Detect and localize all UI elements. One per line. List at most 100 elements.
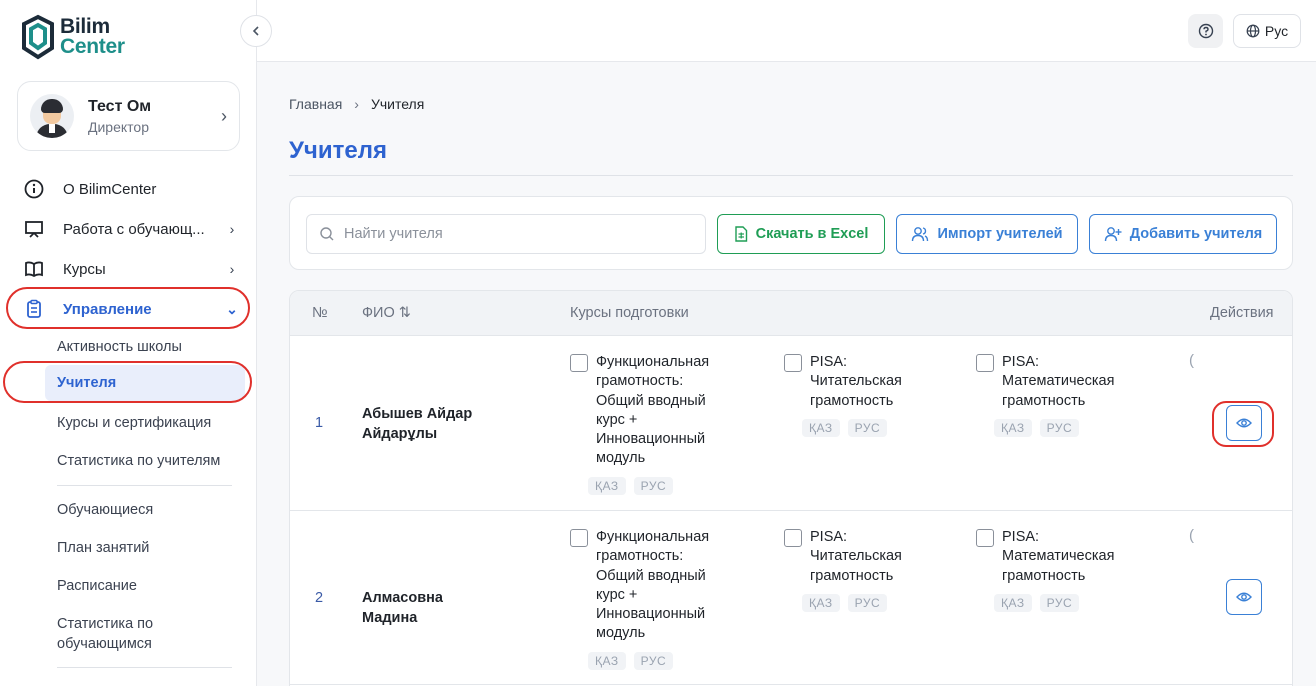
- language-tags: ҚАЗ РУС: [994, 593, 1127, 612]
- overflow-indicator: (: [1189, 352, 1194, 369]
- course-checkbox[interactable]: [976, 354, 994, 372]
- language-tags: ҚАЗ РУС: [994, 418, 1127, 437]
- monitor-icon: [23, 218, 45, 240]
- subnav-item-student-stats[interactable]: Статистика по обучающимся: [57, 614, 192, 654]
- course-item: PISA: Читательская грамотность ҚАЗ РУС: [784, 528, 920, 612]
- search-icon: [320, 227, 334, 241]
- language-tag: РУС: [1039, 418, 1080, 437]
- course-item: Функциональная грамотность: Общий вводны…: [570, 353, 726, 495]
- chevron-right-icon: ›: [221, 105, 227, 126]
- language-select[interactable]: Рус: [1233, 14, 1301, 48]
- nav-item-courses[interactable]: Курсы ›: [17, 254, 240, 284]
- subnav-item-lesson-plan[interactable]: План занятий: [57, 538, 149, 558]
- table-header: № ФИО ⇅ Курсы подготовки Действия: [290, 291, 1292, 336]
- logo[interactable]: Bilim Center: [20, 14, 125, 60]
- globe-icon: [1246, 24, 1260, 38]
- download-excel-button[interactable]: Скачать в Excel: [717, 214, 885, 254]
- subnav-item-teacher-stats[interactable]: Статистика по учителям: [57, 451, 220, 471]
- view-button[interactable]: [1226, 405, 1262, 441]
- course-title: Функциональная грамотность: Общий вводны…: [596, 529, 710, 642]
- row-number: 1: [315, 415, 324, 431]
- help-button[interactable]: [1188, 14, 1223, 48]
- subnav-item-teachers[interactable]: Учителя: [45, 365, 245, 401]
- header-fio[interactable]: ФИО ⇅: [362, 305, 411, 321]
- user-name: Тест Ом: [88, 97, 152, 115]
- breadcrumb-current: Учителя: [370, 96, 425, 112]
- topbar: Рус: [257, 0, 1316, 62]
- course-checkbox[interactable]: [784, 529, 802, 547]
- course-title: PISA: Читательская грамотность: [810, 529, 902, 584]
- language-tags: ҚАЗ РУС: [588, 651, 726, 670]
- language-tag: РУС: [847, 418, 888, 437]
- language-tag: ҚАЗ: [588, 651, 626, 670]
- language-tags: ҚАЗ РУС: [802, 593, 920, 612]
- breadcrumb-home[interactable]: Главная: [289, 96, 342, 112]
- course-checkbox[interactable]: [784, 354, 802, 372]
- language-tag: ҚАЗ: [802, 418, 840, 437]
- chevron-right-icon: ›: [354, 96, 359, 112]
- course-title: PISA: Математическая грамотность: [1002, 354, 1115, 409]
- language-tag: РУС: [633, 651, 674, 670]
- header-number: №: [312, 305, 328, 321]
- user-role: Директор: [88, 118, 149, 135]
- language-tag: ҚАЗ: [588, 476, 626, 495]
- subnav-item-schedule[interactable]: Расписание: [57, 576, 137, 596]
- subnav-item-activity[interactable]: Активность школы: [57, 337, 182, 357]
- teachers-table: № ФИО ⇅ Курсы подготовки Действия 1 Абыш…: [289, 290, 1293, 686]
- course-checkbox[interactable]: [570, 529, 588, 547]
- course-checkbox[interactable]: [570, 354, 588, 372]
- overflow-indicator: (: [1189, 527, 1194, 544]
- language-tag: РУС: [633, 476, 674, 495]
- row-number: 2: [315, 590, 324, 606]
- language-tag: ҚАЗ: [994, 418, 1032, 437]
- language-tags: ҚАЗ РУС: [588, 476, 726, 495]
- chevron-down-icon: ⌄: [226, 300, 238, 317]
- eye-icon: [1236, 418, 1252, 428]
- divider: [57, 667, 232, 668]
- page-title: Учителя: [289, 137, 387, 164]
- course-title: Функциональная грамотность: Общий вводны…: [596, 354, 710, 467]
- divider: [290, 510, 1292, 511]
- header-actions: Действия: [1210, 305, 1274, 321]
- users-icon: [912, 227, 929, 242]
- add-teacher-button[interactable]: Добавить учителя: [1089, 214, 1277, 254]
- clipboard-icon: [23, 298, 45, 320]
- divider: [57, 485, 232, 486]
- subnav-item-courses-cert[interactable]: Курсы и сертификация: [57, 413, 211, 433]
- divider: [289, 175, 1293, 176]
- language-tag: ҚАЗ: [802, 593, 840, 612]
- search-input[interactable]: [344, 226, 684, 242]
- course-title: PISA: Математическая грамотность: [1002, 529, 1115, 584]
- teacher-name: Абышев Айдар Айдарұлы: [362, 406, 473, 442]
- course-title: PISA: Читательская грамотность: [810, 354, 902, 409]
- course-item: PISA: Математическая грамотность ҚАЗ РУС: [976, 353, 1127, 437]
- chevron-right-icon: ›: [229, 221, 235, 237]
- nav-item-work[interactable]: Работа с обучающ... ›: [17, 214, 240, 244]
- book-icon: [23, 258, 45, 280]
- chevron-left-icon: [252, 26, 259, 36]
- help-icon: [1198, 23, 1213, 39]
- language-tags: ҚАЗ РУС: [802, 418, 920, 437]
- import-teachers-button[interactable]: Импорт учителей: [896, 214, 1078, 254]
- breadcrumb: Главная › Учителя: [289, 96, 424, 112]
- header-courses: Курсы подготовки: [570, 305, 689, 321]
- language-tag: РУС: [847, 593, 888, 612]
- nav-item-management[interactable]: Управление ⌄: [17, 294, 240, 324]
- logo-text: Bilim Center: [60, 15, 125, 58]
- course-checkbox[interactable]: [976, 529, 994, 547]
- sidebar: Bilim Center Тест Ом Директор › О BilimC…: [0, 0, 257, 686]
- course-item: PISA: Читательская грамотность ҚАЗ РУС: [784, 353, 920, 437]
- course-item: Функциональная грамотность: Общий вводны…: [570, 528, 726, 670]
- avatar: [30, 94, 74, 138]
- collapse-sidebar-button[interactable]: [240, 15, 272, 47]
- logo-icon: [22, 14, 54, 60]
- chevron-right-icon: ›: [229, 261, 235, 277]
- nav-item-about[interactable]: О BilimCenter: [17, 174, 240, 204]
- subnav-item-students[interactable]: Обучающиеся: [57, 500, 153, 520]
- search-box: [306, 214, 706, 254]
- view-button[interactable]: [1226, 579, 1262, 615]
- info-icon: [23, 178, 45, 200]
- user-profile-card[interactable]: Тест Ом Директор ›: [17, 81, 240, 151]
- course-item: PISA: Математическая грамотность ҚАЗ РУС: [976, 528, 1127, 612]
- user-plus-icon: [1104, 227, 1122, 242]
